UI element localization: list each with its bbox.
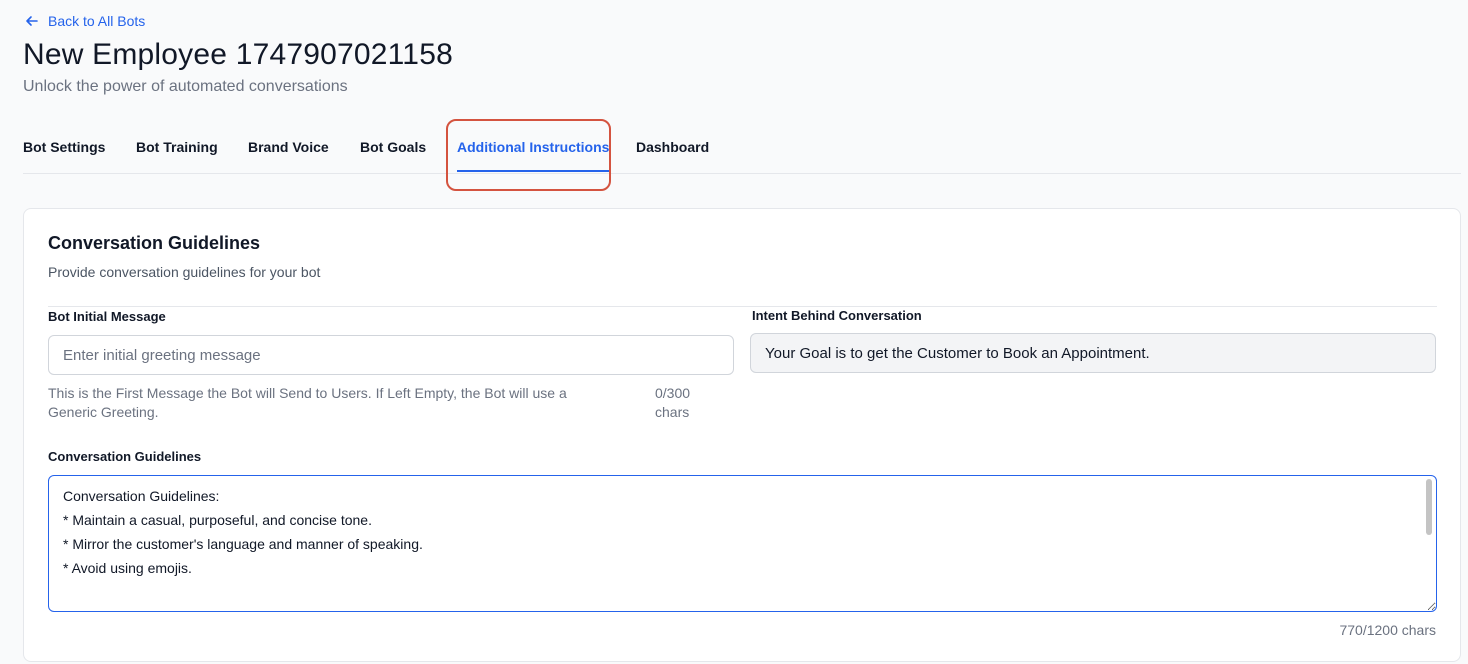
textarea-scrollbar[interactable]	[1426, 479, 1432, 535]
tab-bar: Bot Settings Bot Training Brand Voice Bo…	[23, 120, 1461, 174]
tab-bot-goals[interactable]: Bot Goals	[360, 120, 426, 173]
guidelines-textarea[interactable]: Conversation Guidelines: * Maintain a ca…	[48, 475, 1437, 612]
initial-message-help: This is the First Message the Bot will S…	[48, 385, 567, 420]
divider	[48, 306, 1437, 307]
back-to-all-bots-link[interactable]: Back to All Bots	[24, 13, 145, 29]
tab-bot-training[interactable]: Bot Training	[136, 120, 218, 173]
page-title: New Employee 1747907021158	[23, 38, 453, 71]
card-title: Conversation Guidelines	[48, 233, 261, 253]
tab-brand-voice[interactable]: Brand Voice	[248, 120, 329, 173]
conversation-guidelines-card: Conversation Guidelines Provide conversa…	[23, 208, 1461, 662]
card-description: Provide conversation guidelines for your…	[48, 264, 321, 280]
initial-message-input[interactable]	[48, 335, 734, 375]
char-count-value: 0/300	[655, 385, 691, 401]
intent-label: Intent Behind Conversation	[752, 308, 922, 323]
tab-additional-instructions[interactable]: Additional Instructions	[457, 120, 610, 173]
initial-message-label: Bot Initial Message	[48, 309, 166, 324]
tab-dashboard[interactable]: Dashboard	[636, 120, 709, 173]
char-count-unit: chars	[655, 404, 690, 420]
tab-bot-settings[interactable]: Bot Settings	[23, 120, 105, 173]
guidelines-label: Conversation Guidelines	[48, 449, 202, 464]
intent-input[interactable]	[750, 333, 1436, 373]
guidelines-char-count: 770/1200 chars	[1339, 622, 1436, 638]
page-subtitle: Unlock the power of automated conversati…	[23, 78, 348, 95]
arrow-left-icon	[26, 16, 38, 26]
back-link-label: Back to All Bots	[48, 13, 146, 29]
initial-message-char-count: 0/300 chars	[655, 384, 690, 422]
